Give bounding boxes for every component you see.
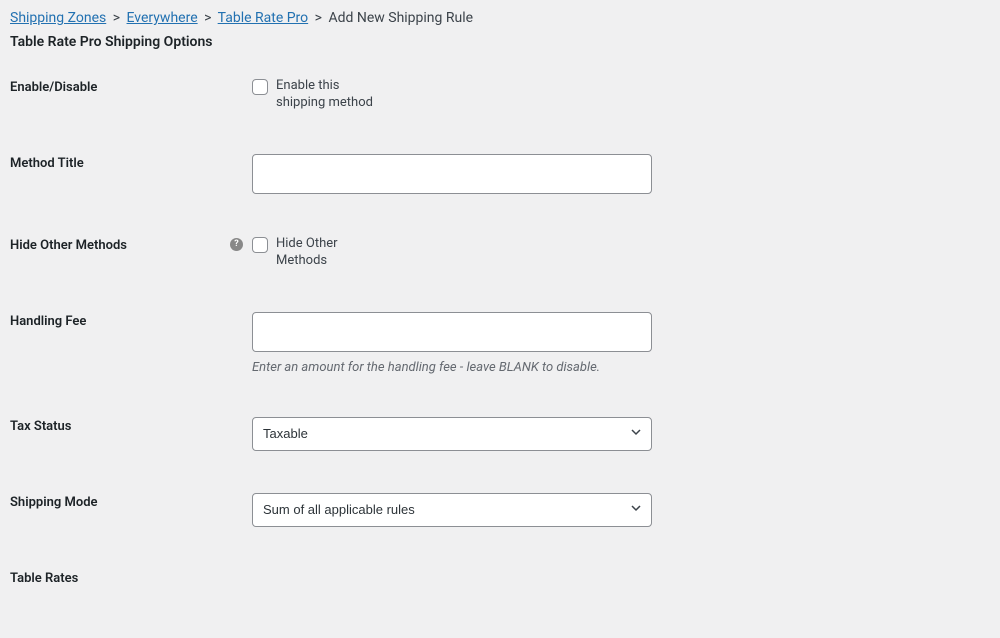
breadcrumb-link-everywhere[interactable]: Everywhere — [127, 10, 198, 26]
breadcrumb-link-table-rate-pro[interactable]: Table Rate Pro — [218, 10, 309, 26]
hide-others-checkbox-wrap[interactable]: Hide Other Methods — [252, 236, 382, 270]
enable-checkbox[interactable] — [252, 79, 268, 95]
tax-status-row: Tax Status Taxable — [10, 417, 990, 451]
table-rates-row: Table Rates — [10, 569, 990, 586]
method-title-label: Method Title — [10, 154, 230, 171]
hide-others-checkbox[interactable] — [252, 237, 268, 253]
handling-fee-description: Enter an amount for the handling fee - l… — [252, 360, 652, 375]
breadcrumb-separator: > — [110, 10, 123, 26]
tax-status-label: Tax Status — [10, 417, 230, 434]
breadcrumb-link-shipping-zones[interactable]: Shipping Zones — [10, 10, 106, 26]
enable-checkbox-label: Enable this shipping method — [276, 78, 382, 112]
hide-other-methods-row: Hide Other Methods ? Hide Other Methods — [10, 236, 990, 270]
method-title-row: Method Title — [10, 154, 990, 194]
handling-fee-input[interactable] — [252, 312, 652, 352]
tax-status-select[interactable]: Taxable — [252, 417, 652, 451]
handling-fee-row: Handling Fee Enter an amount for the han… — [10, 312, 990, 375]
help-tooltip-icon[interactable]: ? — [230, 238, 243, 251]
hide-other-methods-label: Hide Other Methods — [10, 236, 230, 253]
enable-checkbox-wrap[interactable]: Enable this shipping method — [252, 78, 382, 112]
breadcrumb-separator: > — [312, 10, 325, 26]
shipping-mode-label: Shipping Mode — [10, 493, 230, 510]
hide-others-checkbox-label: Hide Other Methods — [276, 236, 382, 270]
handling-fee-label: Handling Fee — [10, 312, 230, 329]
breadcrumb: Shipping Zones > Everywhere > Table Rate… — [10, 10, 990, 26]
breadcrumb-separator: > — [201, 10, 214, 26]
shipping-mode-row: Shipping Mode Sum of all applicable rule… — [10, 493, 990, 527]
page-title: Table Rate Pro Shipping Options — [10, 34, 990, 50]
breadcrumb-current: Add New Shipping Rule — [328, 10, 473, 26]
shipping-options-form: Enable/Disable Enable this shipping meth… — [10, 78, 990, 586]
shipping-mode-select[interactable]: Sum of all applicable rules — [252, 493, 652, 527]
method-title-input[interactable] — [252, 154, 652, 194]
table-rates-label: Table Rates — [10, 569, 230, 586]
enable-disable-row: Enable/Disable Enable this shipping meth… — [10, 78, 990, 112]
enable-disable-label: Enable/Disable — [10, 78, 230, 95]
